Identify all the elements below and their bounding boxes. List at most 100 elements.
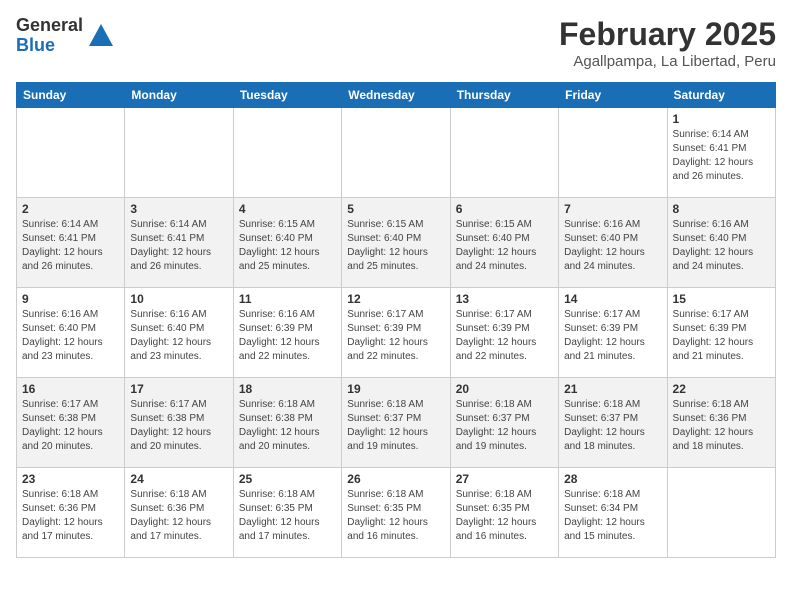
weekday-header-monday: Monday [125,83,233,108]
calendar-week-4: 16 Sunrise: 6:17 AM Sunset: 6:38 PM Dayli… [17,378,776,468]
calendar-cell: 26Sunrise: 6:18 AM Sunset: 6:35 PM Dayli… [342,468,450,558]
day-info: Sunrise: 6:14 AM Sunset: 6:41 PM Dayligh… [22,218,119,274]
calendar-table: SundayMondayTuesdayWednesdayThursdayFrid… [16,82,776,558]
calendar-cell: 14 Sunrise: 6:17 AM Sunset: 6:39 PM Dayli… [559,288,667,378]
calendar-cell [667,468,775,558]
day-number: 18 [239,382,336,396]
calendar-cell: 3 Sunrise: 6:14 AM Sunset: 6:41 PM Daylig… [125,198,233,288]
weekday-header-thursday: Thursday [450,83,558,108]
location: Agallpampa, La Libertad, Peru [559,53,776,70]
calendar-cell: 19 Sunrise: 6:18 AM Sunset: 6:37 PM Dayli… [342,378,450,468]
weekday-header-tuesday: Tuesday [233,83,341,108]
day-info: Sunrise: 6:17 AM Sunset: 6:39 PM Dayligh… [456,308,553,364]
day-info: Sunrise: 6:16 AM Sunset: 6:40 PM Dayligh… [673,218,770,274]
day-number: 8 [673,202,770,216]
day-info: Sunrise: 6:14 AM Sunset: 6:41 PM Dayligh… [673,128,770,184]
calendar-cell: 12 Sunrise: 6:17 AM Sunset: 6:39 PM Dayli… [342,288,450,378]
calendar-cell: 24 Sunrise: 6:18 AM Sunset: 6:36 PM Dayli… [125,468,233,558]
calendar-cell: 11 Sunrise: 6:16 AM Sunset: 6:39 PM Dayli… [233,288,341,378]
day-info: Sunrise: 6:18 AM Sunset: 6:37 PM Dayligh… [347,398,444,454]
calendar-cell: 27Sunrise: 6:18 AM Sunset: 6:35 PM Dayli… [450,468,558,558]
calendar-cell: 23 Sunrise: 6:18 AM Sunset: 6:36 PM Dayli… [17,468,125,558]
day-number: 25 [239,472,336,486]
calendar-cell: 18 Sunrise: 6:18 AM Sunset: 6:38 PM Dayli… [233,378,341,468]
day-number: 15 [673,292,770,306]
calendar-cell: 25 Sunrise: 6:18 AM Sunset: 6:35 PM Dayli… [233,468,341,558]
day-info: Sunrise: 6:18 AM Sunset: 6:36 PM Dayligh… [22,488,119,544]
calendar-cell: 7 Sunrise: 6:16 AM Sunset: 6:40 PM Daylig… [559,198,667,288]
day-info: Sunrise: 6:17 AM Sunset: 6:39 PM Dayligh… [564,308,661,364]
day-number: 16 [22,382,119,396]
day-number: 22 [673,382,770,396]
day-number: 20 [456,382,553,396]
day-number: 3 [130,202,227,216]
calendar-cell [559,108,667,198]
day-info: Sunrise: 6:18 AM Sunset: 6:36 PM Dayligh… [130,488,227,544]
day-info: Sunrise: 6:17 AM Sunset: 6:39 PM Dayligh… [347,308,444,364]
day-number: 28 [564,472,661,486]
calendar-cell: 22 Sunrise: 6:18 AM Sunset: 6:36 PM Dayli… [667,378,775,468]
day-number: 19 [347,382,444,396]
day-number: 7 [564,202,661,216]
calendar-cell [233,108,341,198]
day-info: Sunrise: 6:17 AM Sunset: 6:39 PM Dayligh… [673,308,770,364]
calendar-cell [125,108,233,198]
day-number: 24 [130,472,227,486]
calendar-week-1: 1 Sunrise: 6:14 AM Sunset: 6:41 PM Daylig… [17,108,776,198]
day-info: Sunrise: 6:14 AM Sunset: 6:41 PM Dayligh… [130,218,227,274]
day-info: Sunrise: 6:16 AM Sunset: 6:40 PM Dayligh… [22,308,119,364]
day-info: Sunrise: 6:16 AM Sunset: 6:40 PM Dayligh… [130,308,227,364]
day-number: 13 [456,292,553,306]
logo-icon [87,22,115,50]
calendar-cell: 2 Sunrise: 6:14 AM Sunset: 6:41 PM Daylig… [17,198,125,288]
day-info: Sunrise: 6:15 AM Sunset: 6:40 PM Dayligh… [456,218,553,274]
day-number: 9 [22,292,119,306]
calendar-cell: 15 Sunrise: 6:17 AM Sunset: 6:39 PM Dayli… [667,288,775,378]
day-number: 2 [22,202,119,216]
logo: General Blue [16,16,115,56]
month-title: February 2025 [559,16,776,53]
weekday-header-friday: Friday [559,83,667,108]
calendar-cell: 20 Sunrise: 6:18 AM Sunset: 6:37 PM Dayli… [450,378,558,468]
logo-general-text: General [16,16,83,36]
weekday-header-row: SundayMondayTuesdayWednesdayThursdayFrid… [17,83,776,108]
day-number: 4 [239,202,336,216]
calendar-cell [17,108,125,198]
day-info: Sunrise: 6:18 AM Sunset: 6:35 PM Dayligh… [239,488,336,544]
day-number: 23 [22,472,119,486]
day-info: Sunrise: 6:18 AM Sunset: 6:38 PM Dayligh… [239,398,336,454]
calendar-cell [342,108,450,198]
calendar-cell: 17Sunrise: 6:17 AM Sunset: 6:38 PM Dayli… [125,378,233,468]
day-info: Sunrise: 6:17 AM Sunset: 6:38 PM Dayligh… [22,398,119,454]
calendar-cell: 5Sunrise: 6:15 AM Sunset: 6:40 PM Daylig… [342,198,450,288]
day-info: Sunrise: 6:15 AM Sunset: 6:40 PM Dayligh… [239,218,336,274]
weekday-header-saturday: Saturday [667,83,775,108]
day-number: 1 [673,112,770,126]
calendar-week-2: 2 Sunrise: 6:14 AM Sunset: 6:41 PM Daylig… [17,198,776,288]
weekday-header-wednesday: Wednesday [342,83,450,108]
day-info: Sunrise: 6:18 AM Sunset: 6:35 PM Dayligh… [347,488,444,544]
day-number: 14 [564,292,661,306]
day-info: Sunrise: 6:18 AM Sunset: 6:37 PM Dayligh… [456,398,553,454]
day-number: 6 [456,202,553,216]
day-number: 17 [130,382,227,396]
calendar-cell: 1 Sunrise: 6:14 AM Sunset: 6:41 PM Daylig… [667,108,775,198]
day-info: Sunrise: 6:16 AM Sunset: 6:40 PM Dayligh… [564,218,661,274]
calendar-cell: 10 Sunrise: 6:16 AM Sunset: 6:40 PM Dayli… [125,288,233,378]
calendar-cell: 8 Sunrise: 6:16 AM Sunset: 6:40 PM Daylig… [667,198,775,288]
page-header: General Blue February 2025 Agallpampa, L… [16,16,776,70]
weekday-header-sunday: Sunday [17,83,125,108]
calendar-cell: 6 Sunrise: 6:15 AM Sunset: 6:40 PM Daylig… [450,198,558,288]
day-info: Sunrise: 6:18 AM Sunset: 6:34 PM Dayligh… [564,488,661,544]
day-info: Sunrise: 6:18 AM Sunset: 6:35 PM Dayligh… [456,488,553,544]
day-number: 12 [347,292,444,306]
calendar-cell: 16 Sunrise: 6:17 AM Sunset: 6:38 PM Dayli… [17,378,125,468]
day-number: 11 [239,292,336,306]
day-number: 5 [347,202,444,216]
day-info: Sunrise: 6:18 AM Sunset: 6:36 PM Dayligh… [673,398,770,454]
calendar-cell: 28 Sunrise: 6:18 AM Sunset: 6:34 PM Dayli… [559,468,667,558]
day-number: 10 [130,292,227,306]
day-info: Sunrise: 6:18 AM Sunset: 6:37 PM Dayligh… [564,398,661,454]
title-block: February 2025 Agallpampa, La Libertad, P… [559,16,776,70]
day-info: Sunrise: 6:16 AM Sunset: 6:39 PM Dayligh… [239,308,336,364]
